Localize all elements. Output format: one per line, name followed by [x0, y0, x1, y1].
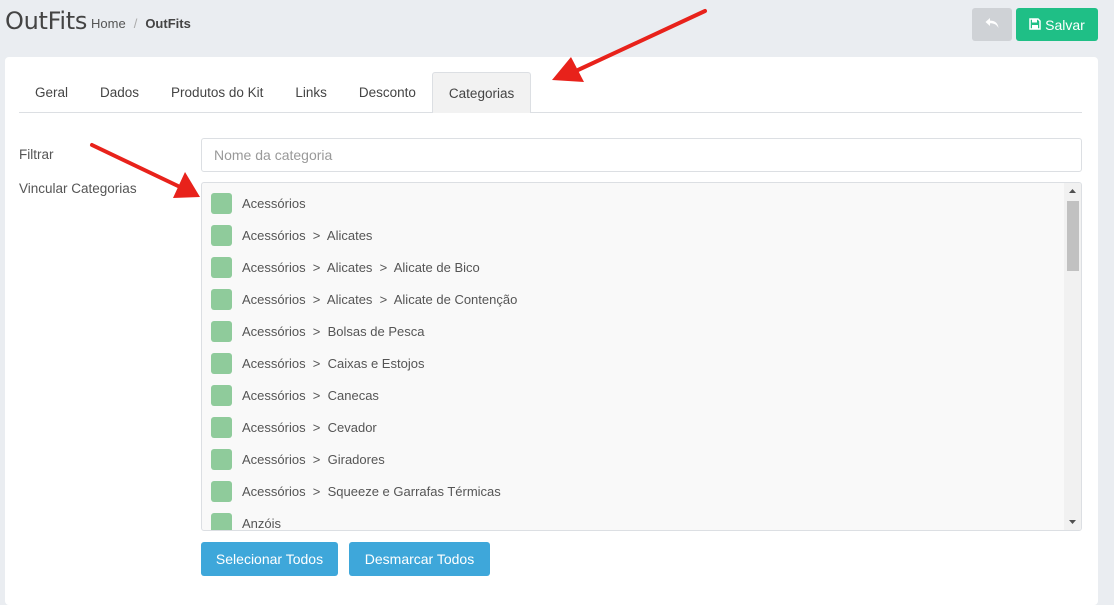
tab-links[interactable]: Links	[279, 72, 343, 113]
scroll-down-icon[interactable]	[1064, 515, 1081, 529]
breadcrumb-separator: /	[133, 16, 138, 31]
scrollbar[interactable]	[1064, 183, 1081, 530]
category-label: Acessórios > Alicates > Alicate de Conte…	[242, 291, 518, 307]
category-checkbox[interactable]	[211, 384, 232, 406]
tab-desconto[interactable]: Desconto	[343, 72, 432, 113]
category-item[interactable]: Acessórios > Alicates	[202, 219, 1064, 251]
category-label: Acessórios	[242, 195, 306, 211]
tab-dados[interactable]: Dados	[84, 72, 155, 113]
category-item[interactable]: Acessórios > Cevador	[202, 411, 1064, 443]
top-bar: OutFits Home / OutFits Salvar	[0, 0, 1114, 56]
scroll-up-icon[interactable]	[1064, 184, 1081, 198]
breadcrumb-current: OutFits	[145, 16, 191, 31]
form-card: Geral Dados Produtos do Kit Links Descon…	[5, 57, 1098, 605]
scroll-thumb[interactable]	[1067, 201, 1079, 271]
category-checkbox[interactable]	[211, 480, 232, 502]
category-label: Acessórios > Squeeze e Garrafas Térmicas	[242, 483, 501, 499]
category-checkbox[interactable]	[211, 320, 232, 342]
category-label: Acessórios > Caixas e Estojos	[242, 355, 425, 371]
category-item[interactable]: Acessórios > Squeeze e Garrafas Térmicas	[202, 475, 1064, 507]
link-categories-label: Vincular Categorias	[19, 181, 137, 196]
category-checkbox[interactable]	[211, 256, 232, 278]
category-checkbox[interactable]	[211, 192, 232, 214]
undo-arrow-icon	[985, 17, 999, 32]
save-button[interactable]: Salvar	[1016, 8, 1098, 41]
category-checkbox[interactable]	[211, 448, 232, 470]
category-list: Acessórios Acessórios > Alicates Acessório…	[202, 187, 1064, 531]
category-item[interactable]: Anzóis	[202, 507, 1064, 531]
category-checkbox[interactable]	[211, 416, 232, 438]
deselect-all-button[interactable]: Desmarcar Todos	[349, 542, 490, 576]
category-checkbox[interactable]	[211, 288, 232, 310]
category-item[interactable]: Acessórios > Canecas	[202, 379, 1064, 411]
category-item[interactable]: Acessórios > Caixas e Estojos	[202, 347, 1064, 379]
category-list-box[interactable]: Acessórios Acessórios > Alicates Acessório…	[201, 182, 1082, 531]
category-label: Anzóis	[242, 515, 282, 531]
category-checkbox[interactable]	[211, 352, 232, 374]
category-label: Acessórios > Giradores	[242, 451, 385, 467]
category-label: Acessórios > Alicates > Alicate de Bico	[242, 259, 480, 275]
category-item[interactable]: Acessórios	[202, 187, 1064, 219]
page-title: OutFits	[5, 7, 88, 35]
tab-produtos-do-kit[interactable]: Produtos do Kit	[155, 72, 279, 113]
category-item[interactable]: Acessórios > Alicates > Alicate de Bico	[202, 251, 1064, 283]
tab-categorias[interactable]: Categorias	[431, 72, 532, 113]
select-all-button[interactable]: Selecionar Todos	[201, 542, 338, 576]
category-checkbox[interactable]	[211, 512, 232, 530]
category-label: Acessórios > Cevador	[242, 419, 377, 435]
tab-geral[interactable]: Geral	[19, 72, 84, 113]
category-label: Acessórios > Canecas	[242, 387, 379, 403]
category-checkbox[interactable]	[211, 224, 232, 246]
category-item[interactable]: Acessórios > Bolsas de Pesca	[202, 315, 1064, 347]
filter-label: Filtrar	[19, 147, 54, 162]
category-label: Acessórios > Alicates	[242, 227, 373, 243]
floppy-disk-icon	[1029, 17, 1045, 33]
save-label: Salvar	[1045, 16, 1085, 33]
category-item[interactable]: Acessórios > Alicates > Alicate de Conte…	[202, 283, 1064, 315]
back-button[interactable]	[972, 8, 1012, 41]
breadcrumb-home[interactable]: Home	[91, 16, 126, 31]
category-label: Acessórios > Bolsas de Pesca	[242, 323, 425, 339]
breadcrumb: Home / OutFits	[91, 16, 191, 31]
tab-bar: Geral Dados Produtos do Kit Links Descon…	[19, 72, 1082, 113]
category-filter-input[interactable]	[201, 138, 1082, 172]
category-item[interactable]: Acessórios > Giradores	[202, 443, 1064, 475]
